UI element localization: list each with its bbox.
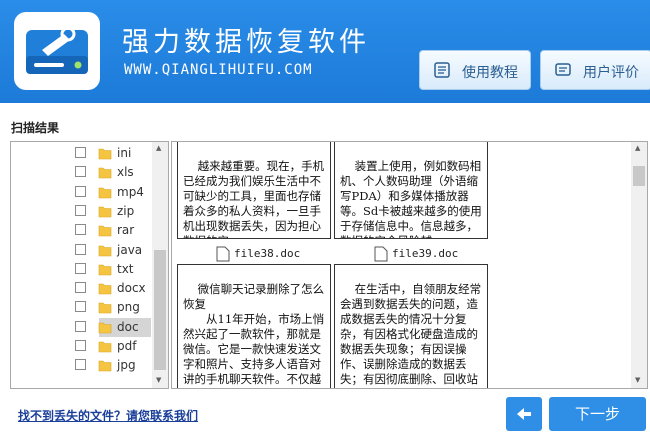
tree-item-checkbox[interactable] — [75, 147, 86, 158]
tree-item-pdf[interactable]: pdf — [11, 337, 151, 356]
file-name[interactable]: file39.doc — [392, 247, 458, 260]
scroll-up-icon[interactable]: ▲ — [156, 144, 161, 152]
tree-item-label: txt — [117, 261, 134, 276]
folder-icon — [98, 322, 112, 333]
folder-icon — [98, 187, 112, 198]
tree-item-label: rar — [117, 223, 135, 238]
thumbnail-text: 越来越重要。现在，手机已经成为我们娱乐生活中不可缺少的工具，里面也存储着众多的私… — [183, 159, 325, 238]
folder-icon — [98, 341, 112, 353]
document-icon — [216, 246, 230, 262]
tree-item-jpg[interactable]: jpg — [11, 356, 151, 375]
tree-item-label: png — [117, 300, 140, 315]
folder-icon — [98, 245, 112, 256]
file-type-tree[interactable]: ini xls mp4 zip rar java txt docx png doc pdf jpg ▲… — [10, 141, 169, 389]
user-review-label: 用户评价 — [583, 65, 639, 81]
tree-item-checkbox[interactable] — [75, 224, 86, 236]
tree-item-zip[interactable]: zip — [11, 202, 151, 221]
tree-item-docx[interactable]: docx — [11, 279, 151, 298]
tree-item-checkbox[interactable] — [75, 359, 86, 371]
file-thumbnail[interactable]: 越来越重要。现在，手机已经成为我们娱乐生活中不可缺少的工具，里面也存储着众多的私… — [177, 142, 331, 239]
app-title: 强力数据恢复软件 — [122, 27, 370, 58]
app-logo — [14, 12, 100, 90]
tree-item-checkbox[interactable] — [75, 204, 86, 216]
tree-item-label: pdf — [117, 339, 137, 353]
app-header: 强力数据恢复软件 WWW.QIANGLIHUIFU.COM 使用教程 用户评价 — [0, 0, 650, 103]
tree-item-label: mp4 — [117, 184, 144, 199]
folder-icon — [98, 283, 112, 295]
tree-item-png[interactable]: png — [11, 298, 151, 317]
contact-us-link[interactable]: 找不到丢失的文件？请您联系我们 — [18, 407, 198, 424]
document-icon — [374, 246, 388, 262]
folder-icon — [98, 225, 112, 237]
thumbnail-text: 微信聊天记录删除了怎么恢复 从11年开始，市场上悄然兴起了一款软件，那就是微信。… — [183, 282, 325, 388]
tree-item-label: java — [117, 242, 143, 257]
tree-item-label: ini — [117, 146, 132, 160]
back-button[interactable] — [506, 397, 542, 431]
tree-item-xls[interactable]: xls — [11, 163, 151, 182]
folder-icon — [98, 206, 112, 218]
scroll-up-icon[interactable]: ▲ — [635, 144, 640, 152]
tree-item-checkbox[interactable] — [75, 243, 86, 255]
back-arrow-icon — [517, 408, 531, 420]
tree-item-mp4[interactable]: mp4 — [11, 183, 151, 202]
tree-item-checkbox[interactable] — [75, 166, 86, 178]
scan-results-label: 扫描结果 — [11, 121, 60, 135]
file-preview-panel[interactable]: 越来越重要。现在，手机已经成为我们娱乐生活中不可缺少的工具，里面也存储着众多的私… — [171, 141, 648, 389]
preview-scroll-thumb[interactable] — [633, 166, 645, 186]
user-review-button[interactable]: 用户评价 — [540, 50, 650, 90]
file-thumbnail[interactable]: 在生活中，自领朋友经常会遇到数据丢失的问题，造成数据丢失的情况十分复杂，有因格式… — [334, 264, 488, 388]
tree-item-checkbox[interactable] — [75, 262, 86, 274]
tutorial-label: 使用教程 — [462, 65, 518, 81]
tree-item-txt[interactable]: txt — [11, 260, 151, 279]
app-url: WWW.QIANGLIHUIFU.COM — [124, 62, 313, 78]
tree-item-label: docx — [117, 281, 146, 296]
file-name[interactable]: file38.doc — [234, 247, 300, 260]
folder-icon — [98, 148, 112, 160]
folder-icon — [98, 264, 112, 276]
file-thumbnail[interactable]: 装置上使用，例如数码相机、个人数码助理（外语缩写PDA）和多媒体播放器等。Sd卡… — [334, 142, 488, 239]
tutorial-button[interactable]: 使用教程 — [419, 50, 531, 90]
next-step-button[interactable]: 下一步 — [549, 397, 646, 431]
tree-item-checkbox[interactable] — [75, 340, 86, 351]
preview-scrollbar[interactable]: ▲ ▼ — [631, 142, 647, 388]
tree-item-checkbox[interactable] — [75, 282, 86, 294]
folder-icon — [98, 360, 112, 372]
tree-item-checkbox[interactable] — [75, 320, 86, 332]
folder-icon — [98, 167, 112, 179]
tree-item-java[interactable]: java — [11, 241, 151, 260]
tree-item-ini[interactable]: ini — [11, 144, 151, 163]
tree-scroll-thumb[interactable] — [154, 250, 166, 370]
file-thumbnail[interactable]: 微信聊天记录删除了怎么恢复 从11年开始，市场上悄然兴起了一款软件，那就是微信。… — [177, 264, 331, 388]
tree-item-label: xls — [117, 165, 134, 180]
scroll-down-icon[interactable]: ▼ — [635, 376, 640, 384]
thumbnail-text: 在生活中，自领朋友经常会遇到数据丢失的问题，造成数据丢失的情况十分复杂，有因格式… — [340, 282, 482, 386]
tree-item-checkbox[interactable] — [75, 301, 86, 313]
book-icon — [434, 62, 450, 78]
folder-icon — [98, 303, 112, 314]
tree-item-label: zip — [117, 203, 135, 218]
tree-item-label: jpg — [117, 358, 136, 373]
tree-item-rar[interactable]: rar — [11, 221, 151, 240]
tree-item-checkbox[interactable] — [75, 185, 86, 197]
tree-scrollbar[interactable]: ▲ ▼ — [152, 142, 168, 388]
thumbnail-text: 装置上使用，例如数码相机、个人数码助理（外语缩写PDA）和多媒体播放器等。Sd卡… — [340, 159, 482, 238]
scroll-down-icon[interactable]: ▼ — [156, 376, 161, 384]
tree-item-label: doc — [117, 319, 139, 334]
comment-icon — [555, 63, 571, 76]
tree-item-doc[interactable]: doc — [11, 317, 151, 337]
hard-drive-icon — [26, 26, 88, 74]
